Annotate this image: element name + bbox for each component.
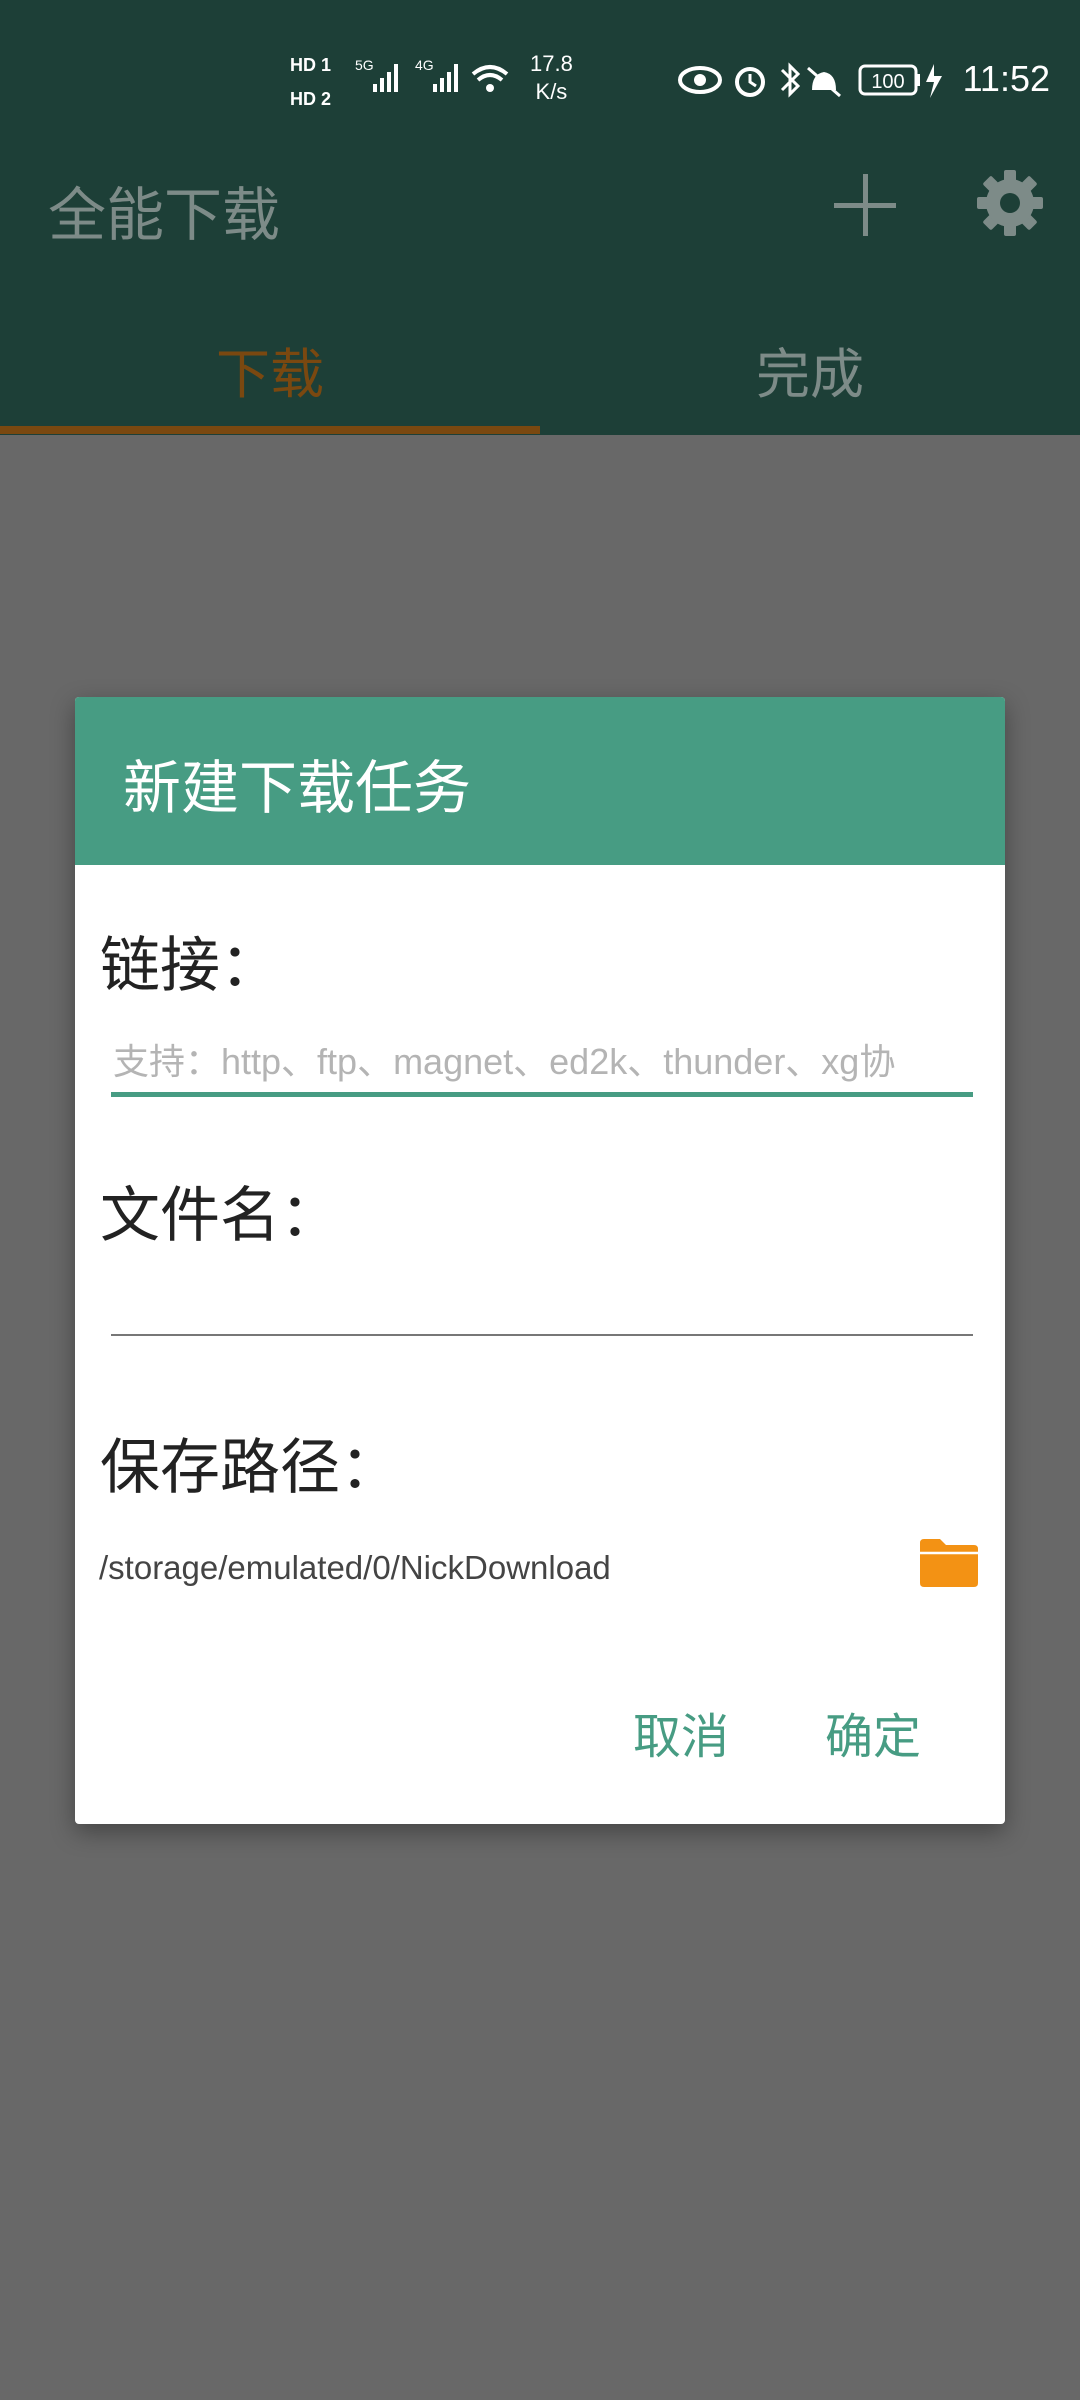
sim2-label: HD 2 bbox=[290, 89, 332, 109]
tab-download[interactable]: 下载 bbox=[0, 330, 540, 409]
folder-icon[interactable] bbox=[918, 1535, 980, 1589]
tab-indicator bbox=[0, 426, 540, 434]
save-path-label: 保存路径： bbox=[100, 1433, 400, 1503]
cancel-button[interactable]: 取消 bbox=[633, 1697, 729, 1767]
network-speed: 17.8 K/s bbox=[530, 50, 573, 106]
add-task-plus-icon[interactable] bbox=[830, 170, 900, 240]
battery-icon: 100 bbox=[858, 64, 942, 98]
sim1-label: HD 1 bbox=[290, 55, 332, 75]
signal-icon: 5G 4G bbox=[355, 57, 509, 92]
save-path-value: /storage/emulated/0/NickDownload bbox=[99, 1549, 611, 1586]
alarm-icon bbox=[735, 67, 765, 97]
speed-value: 17.8 bbox=[530, 51, 573, 76]
dialog-title: 新建下载任务 bbox=[123, 754, 472, 822]
sim-indicators: HD 1 HD 2 bbox=[290, 48, 331, 116]
filename-label: 文件名： bbox=[100, 1181, 340, 1251]
link-input[interactable] bbox=[111, 1032, 973, 1097]
mute-icon bbox=[807, 66, 841, 98]
net1-label: 5G bbox=[355, 57, 374, 73]
net2-label: 4G bbox=[415, 57, 434, 73]
confirm-button[interactable]: 确定 bbox=[825, 1697, 921, 1767]
status-bar: HD 1 HD 2 5G 4G 17.8 K/s 100 11:52 bbox=[0, 0, 1080, 160]
filename-input[interactable] bbox=[111, 1257, 973, 1336]
status-icons: 100 bbox=[678, 62, 942, 98]
dialog-header: 新建下载任务 bbox=[75, 697, 1005, 865]
speed-unit: K/s bbox=[535, 79, 568, 104]
new-download-dialog: 新建下载任务 链接： 文件名： 保存路径： /storage/emulated/… bbox=[75, 697, 1005, 1824]
eye-icon bbox=[678, 66, 722, 94]
clock: 11:52 bbox=[962, 58, 1050, 99]
tab-completed[interactable]: 完成 bbox=[540, 330, 1080, 409]
app-title: 全能下载 bbox=[48, 181, 281, 249]
bluetooth-icon bbox=[780, 62, 801, 98]
link-label: 链接： bbox=[100, 931, 280, 1001]
signal-icons: 5G 4G bbox=[355, 56, 515, 101]
settings-gear-icon[interactable] bbox=[975, 168, 1045, 238]
battery-level: 100 bbox=[871, 71, 904, 93]
